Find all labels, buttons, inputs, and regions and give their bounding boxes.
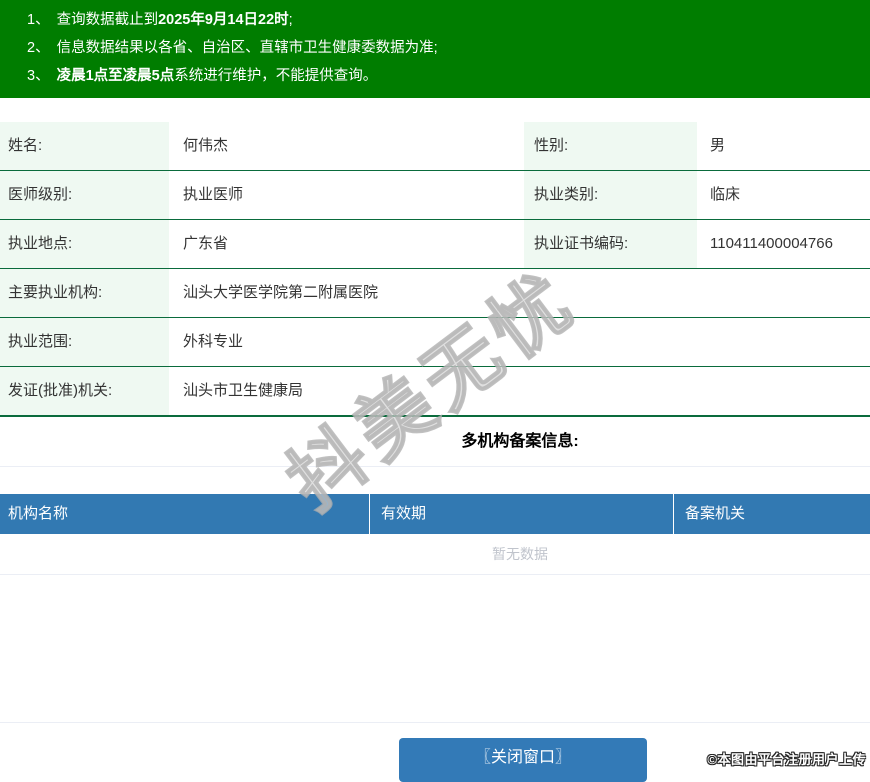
- notice-line-3: 3、 凌晨1点至凌晨5点系统进行维护，不能提供查询。: [0, 62, 870, 90]
- info-row-practice-scope: 执业范围: 外科专业: [0, 318, 870, 367]
- column-header-institution-name: 机构名称: [8, 505, 69, 522]
- field-label-practice-location: 执业地点:: [0, 220, 169, 268]
- field-label-practice-scope: 执业范围:: [0, 318, 169, 366]
- notice-text: 信息数据结果以各省、自治区、直辖市卫生健康委数据为准;: [56, 40, 438, 56]
- notice-line-1: 1、 查询数据截止到2025年9月14日22时;: [0, 6, 870, 34]
- info-row-main-institution: 主要执业机构: 汕头大学医学院第二附属医院: [0, 269, 870, 318]
- field-value-practice-scope: 外科专业: [183, 333, 244, 350]
- notice-number: 1、: [27, 12, 50, 28]
- info-row-location-certno: 执业地点: 广东省 执业证书编码: 110411400004766: [0, 220, 870, 269]
- info-row-name-gender: 姓名: 何伟杰 性别: 男: [0, 122, 870, 171]
- field-label-main-institution: 主要执业机构:: [0, 269, 169, 317]
- field-label-practice-category: 执业类别:: [524, 171, 697, 219]
- field-label-name: 姓名:: [0, 122, 169, 170]
- field-value-main-institution: 汕头大学医学院第二附属医院: [183, 284, 379, 301]
- field-value-gender: 男: [710, 137, 726, 154]
- multi-institution-section-title: 多机构备案信息:: [0, 417, 870, 467]
- field-value-issuing-authority: 汕头市卫生健康局: [183, 382, 304, 399]
- notice-text: ;: [288, 12, 293, 28]
- field-value-doctor-level: 执业医师: [183, 186, 244, 203]
- records-empty-state: 暂无数据: [0, 534, 870, 575]
- notice-text: 查询数据截止到: [56, 12, 159, 28]
- field-label-doctor-level: 医师级别:: [0, 171, 169, 219]
- field-value-practice-category: 临床: [710, 186, 741, 203]
- field-value-certificate-number: 110411400004766: [710, 235, 833, 252]
- field-label-issuing-authority: 发证(批准)机关:: [0, 367, 169, 415]
- records-table-header: 机构名称 有效期 备案机关: [0, 494, 870, 534]
- records-empty-area: [0, 575, 870, 723]
- doctor-info-table: 姓名: 何伟杰 性别: 男 医师级别: 执业医师 执业类别: 临床 执业地点: …: [0, 122, 870, 417]
- notice-text-bold: 凌晨1点至凌晨5点: [56, 68, 175, 84]
- notice-text: 系统进行维护，不能提供查询。: [174, 68, 378, 84]
- notice-banner: 1、 查询数据截止到2025年9月14日22时; 2、 信息数据结果以各省、自治区、…: [0, 0, 870, 98]
- info-row-issuing-authority: 发证(批准)机关: 汕头市卫生健康局: [0, 367, 870, 417]
- info-row-level-category: 医师级别: 执业医师 执业类别: 临床: [0, 171, 870, 220]
- notice-number: 2、: [27, 40, 50, 56]
- notice-number: 3、: [27, 68, 50, 84]
- column-header-validity-period: 有效期: [369, 494, 673, 534]
- field-value-name: 何伟杰: [183, 137, 229, 154]
- column-header-filing-authority: 备案机关: [673, 494, 870, 534]
- field-label-gender: 性别:: [524, 122, 697, 170]
- notice-line-2: 2、 信息数据结果以各省、自治区、直辖市卫生健康委数据为准;: [0, 34, 870, 62]
- field-value-practice-location: 广东省: [183, 235, 229, 252]
- upload-attribution-watermark: ©本图由平台注册用户上传: [707, 752, 866, 767]
- field-label-certificate-number: 执业证书编码:: [524, 220, 697, 268]
- close-window-button[interactable]: 〖关闭窗口〗: [399, 738, 647, 782]
- notice-text-bold: 2025年9月14日22时: [158, 12, 289, 28]
